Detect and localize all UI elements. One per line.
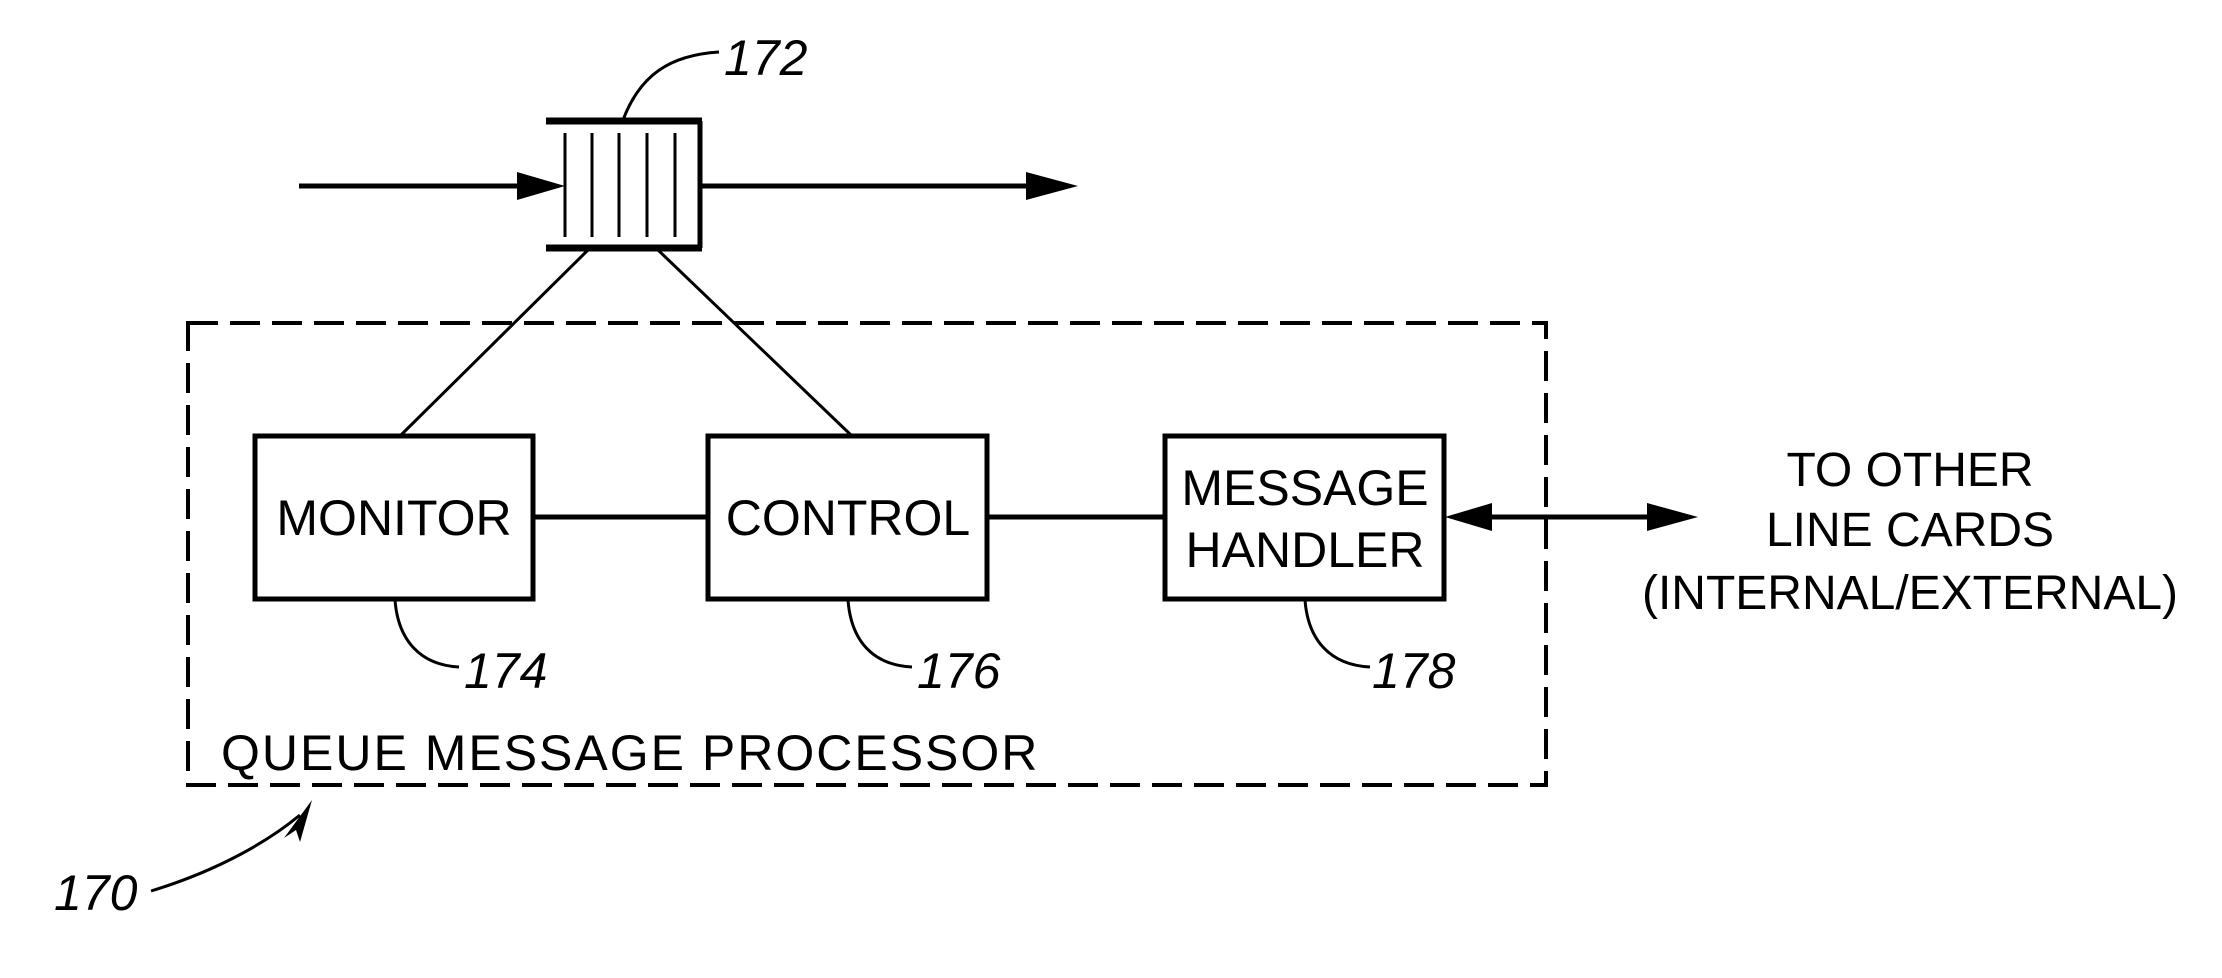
processor-ref-label: 170 — [54, 865, 138, 921]
message-handler-label-line2: HANDLER — [1186, 522, 1425, 578]
processor-ref-arrowhead — [284, 800, 312, 842]
queue-buffer — [546, 117, 703, 252]
monitor-ref-leader — [393, 599, 460, 669]
queue-ref-label: 172 — [724, 30, 808, 86]
input-arrow — [299, 172, 565, 200]
control-label: CONTROL — [726, 490, 970, 546]
queue-to-control-link — [656, 248, 854, 438]
processor-ref-leader — [150, 813, 301, 893]
processor-caption: QUEUE MESSAGE PROCESSOR — [221, 725, 1039, 781]
control-ref-leader — [846, 599, 913, 669]
control-block: CONTROL — [705, 433, 990, 602]
monitor-block: MONITOR — [252, 433, 536, 602]
monitor-ref-label: 174 — [464, 643, 547, 699]
external-bidirectional-arrow — [1445, 503, 1698, 531]
external-label-line2: LINE CARDS — [1766, 504, 2054, 557]
queue-slots — [563, 133, 677, 237]
control-ref-label: 176 — [917, 643, 1001, 699]
handler-ref-leader — [1303, 599, 1371, 669]
external-label-line1: TO OTHER — [1786, 444, 2033, 497]
message-handler-label-line1: MESSAGE — [1181, 460, 1428, 516]
queue-to-monitor-link — [398, 248, 590, 438]
monitor-label: MONITOR — [276, 490, 511, 546]
queue-ref-leader — [621, 50, 720, 121]
output-arrow — [702, 172, 1078, 200]
queue-message-processor-diagram: 172 MONITOR CONTROL MESSAGE HANDLER TO O… — [54, 30, 2178, 921]
message-handler-block: MESSAGE HANDLER — [1162, 433, 1447, 602]
external-label-line3: (INTERNAL/EXTERNAL) — [1642, 567, 2178, 620]
external-label: TO OTHER LINE CARDS (INTERNAL/EXTERNAL) — [1642, 444, 2178, 620]
handler-ref-label: 178 — [1372, 643, 1456, 699]
